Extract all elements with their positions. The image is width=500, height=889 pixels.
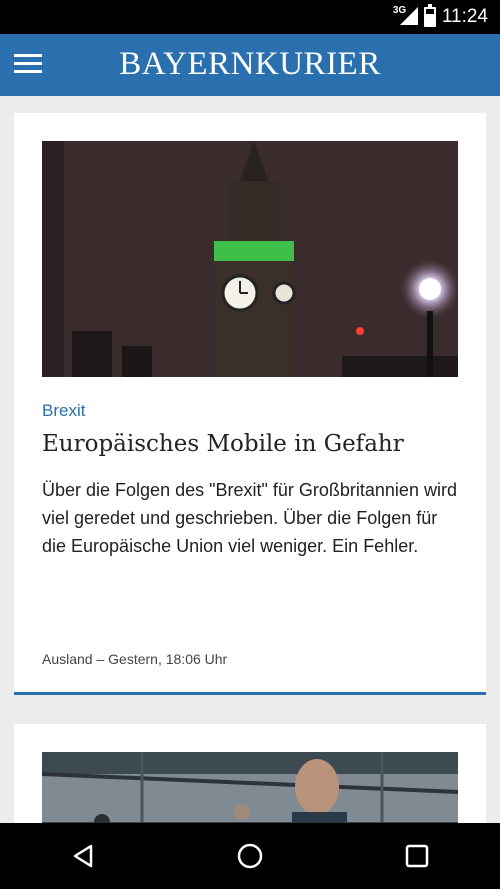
article-teaser[interactable]: Über die Folgen des "Brexit" für Großbri… <box>42 476 462 560</box>
back-icon[interactable] <box>53 826 113 886</box>
status-bar: 3G 11:24 <box>0 0 500 34</box>
app-title: BAYERNKURIER <box>119 46 381 82</box>
article-feed[interactable]: Brexit Europäisches Mobile in Gefahr Übe… <box>0 96 500 823</box>
app-bar: BAYERNKURIER <box>0 34 500 96</box>
article-image[interactable] <box>42 141 458 377</box>
article-headline[interactable]: Europäisches Mobile in Gefahr <box>42 431 404 457</box>
recents-icon[interactable] <box>387 826 447 886</box>
status-time: 11:24 <box>441 6 488 27</box>
battery-icon <box>423 4 436 27</box>
article-category[interactable]: Brexit <box>42 401 85 421</box>
article-card[interactable]: Brexit Europäisches Mobile in Gefahr Übe… <box>14 113 486 695</box>
article-meta: Ausland – Gestern, 18:06 Uhr <box>42 651 228 667</box>
navigation-bar <box>0 823 500 889</box>
signal-icon: 3G <box>393 5 418 27</box>
home-icon[interactable] <box>220 826 280 886</box>
article-card[interactable] <box>14 724 486 823</box>
article-image[interactable] <box>42 752 458 823</box>
